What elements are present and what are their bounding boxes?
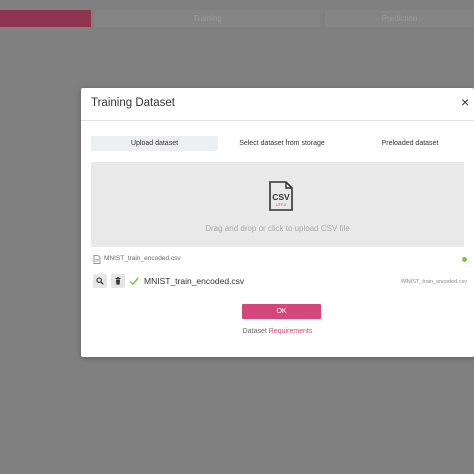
uploaded-file-name: MNIST_train_encoded.csv [144, 276, 245, 286]
requirements-prefix: Dataset [242, 328, 267, 335]
modal-title: Training Dataset [91, 97, 175, 109]
selected-file-name: MNIST_train_encoded.csv [104, 255, 181, 262]
dropzone-text: Drag and drop or click to upload CSV fil… [205, 224, 350, 233]
tab-preloaded-dataset[interactable]: Preloaded dataset [346, 136, 474, 151]
csv-icon-sublabel: UTF-8 [276, 203, 286, 207]
tab-upload-dataset[interactable]: Upload dataset [91, 136, 218, 151]
preview-button[interactable] [93, 274, 107, 288]
upload-status-dot [462, 257, 467, 262]
upload-dropzone[interactable]: CSV UTF-8 Drag and drop or click to uplo… [91, 162, 464, 247]
delete-button[interactable] [111, 274, 125, 288]
step-prediction: Prediction [325, 10, 474, 27]
search-icon [96, 277, 104, 285]
requirements-link[interactable]: Requirements [269, 328, 313, 335]
tab-select-from-storage[interactable]: Select dataset from storage [218, 136, 346, 151]
uploaded-file-path: /MNIST_train_encoded.csv [400, 279, 467, 285]
dataset-requirements: Dataset Requirements [81, 328, 474, 335]
selected-file-row: MNIST_train_encoded.csv [93, 255, 469, 265]
modal-divider [81, 120, 474, 121]
progress-steps: Training Prediction [0, 10, 474, 27]
uploaded-file-row: MNIST_train_encoded.csv /MNIST_train_enc… [93, 274, 469, 289]
close-icon[interactable]: × [461, 95, 469, 109]
csv-file-icon: CSV UTF-8 [269, 181, 293, 211]
ok-button[interactable]: OK [242, 304, 321, 319]
csv-icon-label: CSV [272, 192, 290, 202]
dataset-tabs: Upload dataset Select dataset from stora… [91, 136, 474, 151]
training-dataset-modal: Training Dataset × Upload dataset Select… [81, 88, 474, 357]
check-icon [129, 277, 139, 286]
step-training: Training [95, 10, 320, 27]
step-dataset [0, 10, 91, 27]
trash-icon [115, 277, 121, 285]
document-icon [93, 255, 101, 264]
